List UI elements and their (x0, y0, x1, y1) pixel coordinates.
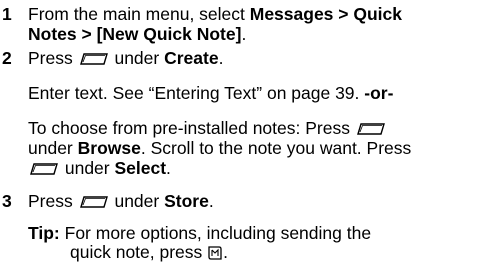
step-3-line: Press under Store. (28, 191, 214, 211)
softkey-icon (355, 122, 387, 136)
softkey-icon (78, 195, 110, 209)
softkey-label: Store (164, 191, 209, 211)
tip-line-2: quick note, press . (70, 242, 229, 262)
tip-label: Tip: (28, 223, 60, 243)
step-number: 1 (2, 4, 12, 24)
softkey-label: Create (164, 48, 219, 68)
document-page: 1 From the main menu, select Messages > … (0, 0, 492, 263)
or-separator: -or- (364, 83, 394, 103)
softkey-label: Select (114, 158, 167, 178)
step-2-line: Press under Create. (28, 48, 224, 68)
softkey-icon (78, 52, 110, 66)
menu-path: Messages > Quick (249, 4, 402, 24)
step-number: 3 (2, 191, 12, 211)
softkey-icon (28, 162, 60, 176)
step-1-line-1: From the main menu, select Messages > Qu… (28, 4, 402, 24)
preinstalled-line-2: under Browse. Scroll to the note you wan… (28, 138, 412, 158)
menu-path: Notes > [New Quick Note] (28, 24, 242, 44)
softkey-label: Browse (77, 138, 141, 158)
tip-line-1: Tip: For more options, including sending… (28, 223, 372, 243)
preinstalled-line-1: To choose from pre-installed notes: Pres… (28, 118, 387, 138)
menu-key-icon (207, 245, 223, 261)
step-number: 2 (2, 48, 12, 68)
step-1-line-2: Notes > [New Quick Note]. (28, 24, 247, 44)
enter-text-line: Enter text. See “Entering Text” on page … (28, 83, 394, 103)
preinstalled-line-3: under Select. (28, 158, 171, 178)
